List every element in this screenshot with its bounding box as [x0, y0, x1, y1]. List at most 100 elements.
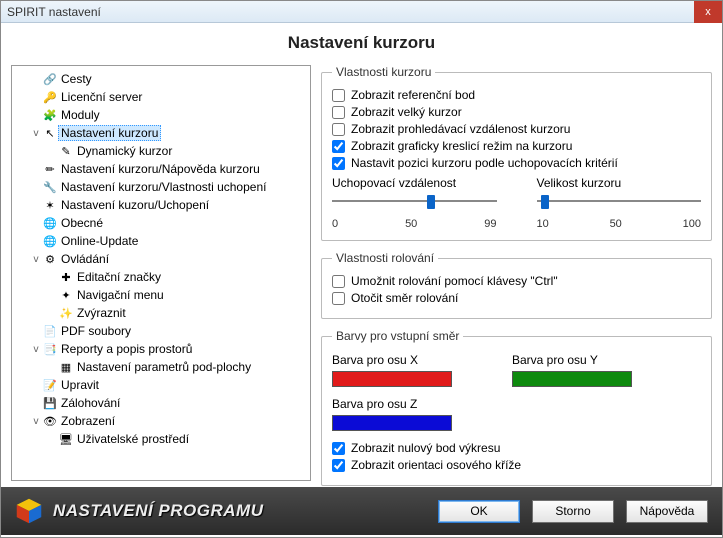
group-cursor-props: Vlastnosti kurzoru Zobrazit referenční b…	[321, 65, 712, 241]
chk-invert-scroll-box[interactable]	[332, 292, 345, 305]
tree-item-label: Reporty a popis prostorů	[58, 341, 195, 357]
expand-icon[interactable]: v	[30, 344, 42, 355]
group-axis-colors: Barvy pro vstupní směr Barva pro osu X B…	[321, 329, 712, 486]
tree-item-label: Online-Update	[58, 233, 141, 249]
chk-big-cursor-box[interactable]	[332, 106, 345, 119]
help-button[interactable]: Nápověda	[626, 500, 708, 523]
expand-icon[interactable]: v	[30, 416, 42, 427]
tree-item-label: Obecné	[58, 215, 106, 231]
close-button[interactable]: x	[694, 1, 722, 23]
tree-item-label: Uživatelské prostředí	[74, 431, 192, 447]
tree-item[interactable]: 🌐Obecné	[12, 214, 310, 232]
tree-item[interactable]: 📝Upravit	[12, 376, 310, 394]
tree-item-label: Nastavení parametrů pod-plochy	[74, 359, 254, 375]
chk-ref-point-box[interactable]	[332, 89, 345, 102]
chk-graphic-mode[interactable]: Zobrazit graficky kreslicí režim na kurz…	[332, 139, 701, 153]
slider-snap-thumb[interactable]	[427, 195, 435, 209]
tree-item-label: Navigační menu	[74, 287, 167, 303]
slider-size-thumb[interactable]	[541, 195, 549, 209]
edit-icon: 📝	[42, 377, 58, 393]
tree-item-label: Ovládání	[58, 251, 112, 267]
tree-item[interactable]: ✚Editační značky	[12, 268, 310, 286]
tree-item[interactable]: 🌐Online-Update	[12, 232, 310, 250]
chk-show-origin-box[interactable]	[332, 442, 345, 455]
tree-item[interactable]: 🔧Nastavení kurzoru/Vlastnosti uchopení	[12, 178, 310, 196]
chk-ctrl-scroll[interactable]: Umožnit rolování pomocí klávesy "Ctrl"	[332, 274, 701, 288]
tree-item[interactable]: 🔗Cesty	[12, 70, 310, 88]
hi-icon: ✨	[58, 305, 74, 321]
tree-item-label: Upravit	[58, 377, 102, 393]
plus-icon: ✚	[58, 269, 74, 285]
swatch-z[interactable]	[332, 415, 452, 431]
tree-item-label: Cesty	[58, 71, 95, 87]
tree-item[interactable]: 🧩Moduly	[12, 106, 310, 124]
tree-item-label: Licenční server	[58, 89, 145, 105]
chk-graphic-mode-box[interactable]	[332, 140, 345, 153]
tree-item[interactable]: ✏Nastavení kurzoru/Nápověda kurzoru	[12, 160, 310, 178]
nav-tree[interactable]: 🔗Cesty🔑Licenční server🧩Modulyv↖Nastavení…	[11, 65, 311, 481]
expand-icon[interactable]: v	[30, 128, 42, 139]
cursor-icon: ↖	[42, 125, 58, 141]
tree-item[interactable]: v👁Zobrazení	[12, 412, 310, 430]
settings-panel: Vlastnosti kurzoru Zobrazit referenční b…	[317, 65, 722, 487]
disk-icon: 💾	[42, 395, 58, 411]
eye-icon: 👁	[42, 413, 58, 429]
chk-show-axis-cross[interactable]: Zobrazit orientaci osového kříže	[332, 458, 701, 472]
footer-title: NASTAVENÍ PROGRAMU	[53, 501, 264, 521]
globe-icon: 🌐	[42, 233, 58, 249]
page-title: Nastavení kurzoru	[1, 23, 722, 65]
tree-item[interactable]: v⚙Ovládání	[12, 250, 310, 268]
chk-show-axis-cross-box[interactable]	[332, 459, 345, 472]
tree-item-label: Nastavení kurzoru	[58, 125, 161, 141]
tree-item[interactable]: ✦Navigační menu	[12, 286, 310, 304]
slider-snap-distance[interactable]: Uchopovací vzdálenost 05099	[332, 176, 497, 230]
slider-cursor-size[interactable]: Velikost kurzoru 1050100	[537, 176, 702, 230]
tree-item-label: Editační značky	[74, 269, 164, 285]
mod-icon: 🧩	[42, 107, 58, 123]
wand-icon: ✎	[58, 143, 74, 159]
tree-item-label: PDF soubory	[58, 323, 134, 339]
titlebar: SPIRIT nastavení x	[1, 1, 722, 23]
cancel-button[interactable]: Storno	[532, 500, 614, 523]
chk-show-origin[interactable]: Zobrazit nulový bod výkresu	[332, 441, 701, 455]
chk-snap-criteria-box[interactable]	[332, 157, 345, 170]
ok-button[interactable]: OK	[438, 500, 520, 523]
tree-item[interactable]: v📑Reporty a popis prostorů	[12, 340, 310, 358]
chk-search-dist[interactable]: Zobrazit prohledávací vzdálenost kurzoru	[332, 122, 701, 136]
tree-item[interactable]: v↖Nastavení kurzoru	[12, 124, 310, 142]
chk-big-cursor[interactable]: Zobrazit velký kurzor	[332, 105, 701, 119]
window-title: SPIRIT nastavení	[7, 5, 101, 19]
wrench-icon: 🔧	[42, 179, 58, 195]
tree-item[interactable]: 🖥Uživatelské prostředí	[12, 430, 310, 448]
tree-item-label: Nastavení kurzoru/Vlastnosti uchopení	[58, 179, 269, 195]
chk-ctrl-scroll-box[interactable]	[332, 275, 345, 288]
gear-icon: ⚙	[42, 251, 58, 267]
color-x[interactable]: Barva pro osu X	[332, 353, 452, 387]
tree-item[interactable]: ✎Dynamický kurzor	[12, 142, 310, 160]
pdf-icon: 📄	[42, 323, 58, 339]
chk-invert-scroll[interactable]: Otočit směr rolování	[332, 291, 701, 305]
snap-icon: ✶	[42, 197, 58, 213]
tree-item[interactable]: 💾Zálohování	[12, 394, 310, 412]
tree-item[interactable]: ✶Nastavení kuzoru/Uchopení	[12, 196, 310, 214]
color-z[interactable]: Barva pro osu Z	[332, 397, 701, 431]
star-icon: ✦	[58, 287, 74, 303]
tree-item[interactable]: ✨Zvýraznit	[12, 304, 310, 322]
tree-item[interactable]: ▦Nastavení parametrů pod-plochy	[12, 358, 310, 376]
tree-item[interactable]: 🔑Licenční server	[12, 88, 310, 106]
tree-item[interactable]: 📄PDF soubory	[12, 322, 310, 340]
chk-search-dist-box[interactable]	[332, 123, 345, 136]
chk-ref-point[interactable]: Zobrazit referenční bod	[332, 88, 701, 102]
group-scroll-props: Vlastnosti rolování Umožnit rolování pom…	[321, 251, 712, 319]
swatch-x[interactable]	[332, 371, 452, 387]
chk-snap-criteria[interactable]: Nastavit pozici kurzoru podle uchopovací…	[332, 156, 701, 170]
group-cursor-legend: Vlastnosti kurzoru	[332, 65, 435, 79]
color-y[interactable]: Barva pro osu Y	[512, 353, 632, 387]
ui-icon: 🖥	[58, 431, 74, 447]
layer-icon: ▦	[58, 359, 74, 375]
expand-icon[interactable]: v	[30, 254, 42, 265]
swatch-y[interactable]	[512, 371, 632, 387]
tree-item-label: Zvýraznit	[74, 305, 129, 321]
tree-item-label: Dynamický kurzor	[74, 143, 175, 159]
link-icon: 🔗	[42, 71, 58, 87]
